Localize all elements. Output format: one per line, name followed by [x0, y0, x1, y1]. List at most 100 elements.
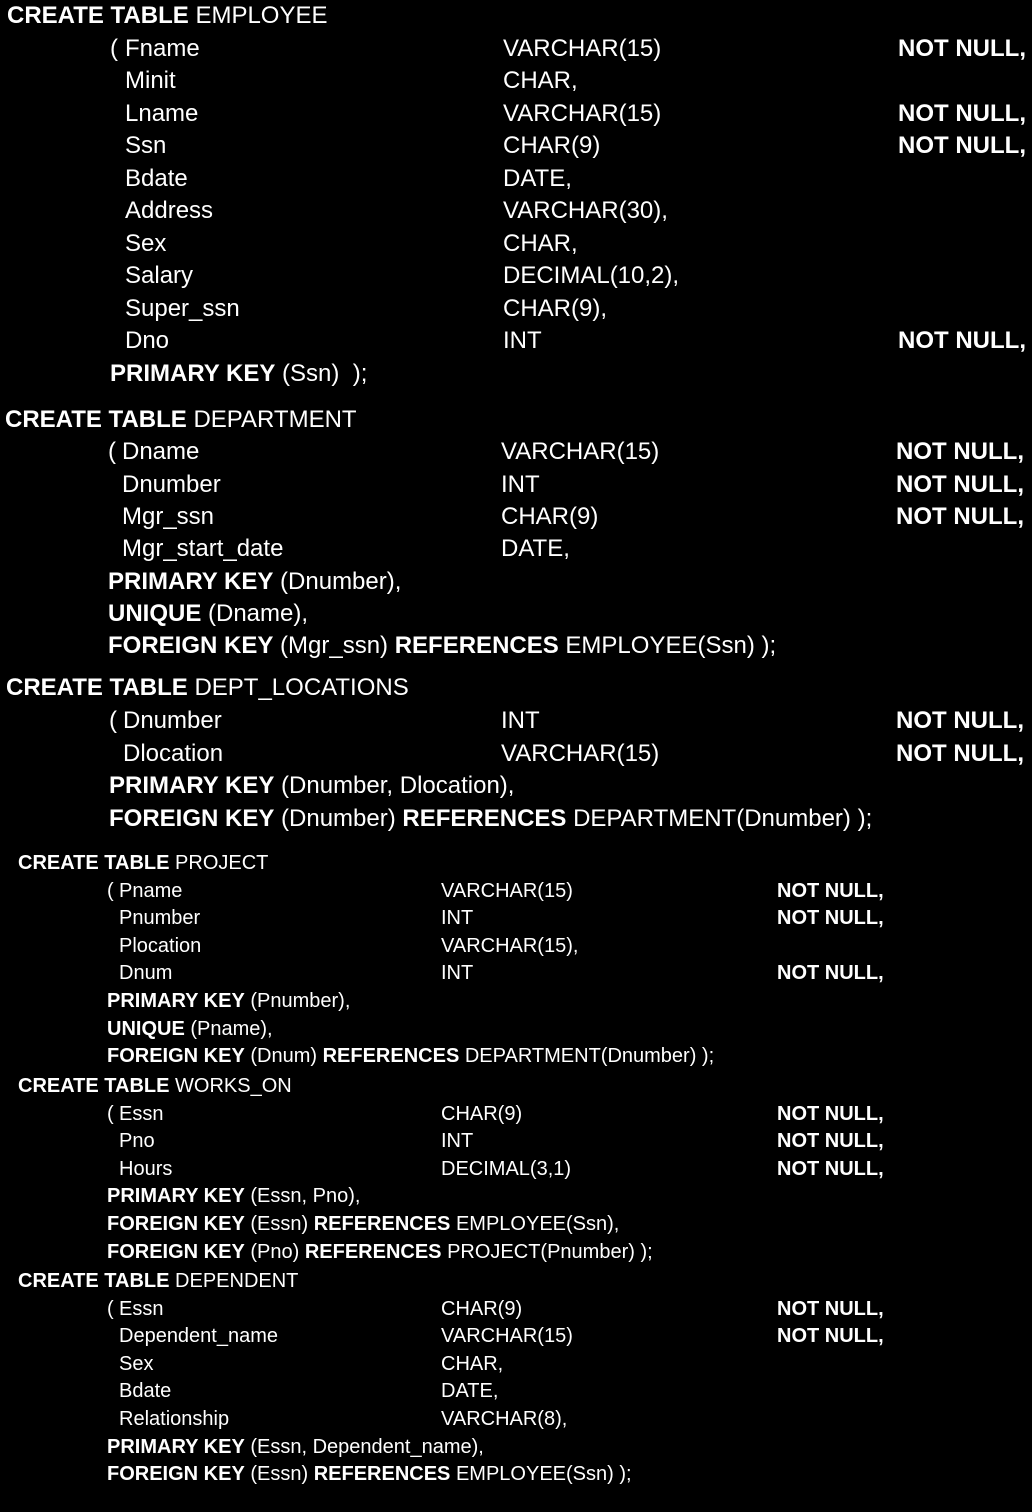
column-name: Minit [125, 67, 176, 94]
column-type: INT [501, 470, 540, 498]
column-name: Mgr_start_date [122, 535, 284, 563]
table-constraint: FOREIGN KEY (Dnumber) REFERENCES DEPARTM… [109, 804, 872, 834]
sql-keyword: UNIQUE [107, 1017, 185, 1040]
column-type: INT [441, 1130, 474, 1153]
column-type: VARCHAR(15), [441, 934, 579, 957]
table-constraint: PRIMARY KEY (Essn, Dependent_name), [107, 1434, 484, 1460]
sql-keyword: REFERENCES [322, 1045, 460, 1068]
table-constraint: PRIMARY KEY (Dnumber), [108, 567, 401, 597]
column-name: Essn [119, 1297, 164, 1320]
sql-keyword: REFERENCES [402, 805, 567, 833]
column-name: Pname [119, 879, 183, 902]
not-null-constraint: NOT NULL, [898, 132, 1026, 159]
column-type: DATE, [501, 535, 570, 563]
not-null-constraint: NOT NULL, [777, 1102, 884, 1125]
constraint-text: (Essn, Dependent_name), [244, 1435, 484, 1458]
column-type: INT [501, 706, 540, 734]
column-type: DECIMAL(3,1) [441, 1157, 572, 1180]
column-name: Dependent_name [119, 1325, 279, 1348]
not-null-constraint: NOT NULL, [777, 879, 884, 902]
table-constraint: FOREIGN KEY (Mgr_ssn) REFERENCES EMPLOYE… [108, 631, 776, 661]
column-type: CHAR, [503, 229, 578, 257]
column-type: VARCHAR(15) [503, 99, 662, 127]
sql-keyword: FOREIGN KEY [107, 1045, 245, 1068]
column-name: Dnumber [122, 470, 221, 498]
column-name: Plocation [119, 934, 202, 957]
column-name: Bdate [119, 1380, 172, 1403]
constraint-text: DEPARTMENT(Dnumber) ); [566, 805, 873, 833]
sql-keyword: REFERENCES [313, 1463, 451, 1486]
column-type: CHAR(9) [503, 132, 601, 159]
column-name: Dnum [119, 962, 173, 985]
column-type: CHAR(9) [501, 502, 599, 530]
table-name: DEPT_LOCATIONS [194, 674, 409, 701]
column-name: Mgr_ssn [122, 502, 215, 530]
column-type: VARCHAR(15) [501, 438, 660, 466]
sql-keyword: FOREIGN KEY [108, 632, 274, 660]
column-type: VARCHAR(15) [441, 879, 573, 902]
table-header: CREATE TABLE DEPARTMENT [5, 405, 357, 435]
table-constraint: FOREIGN KEY (Dnum) REFERENCES DEPARTMENT… [107, 1043, 714, 1069]
constraint-text: DEPARTMENT(Dnumber) ); [459, 1045, 715, 1068]
constraint-text: (Essn, Pno), [244, 1185, 361, 1208]
column-type: VARCHAR(15) [501, 739, 660, 767]
not-null-constraint: NOT NULL, [898, 99, 1026, 127]
column-name: Salary [125, 262, 194, 289]
column-name: Dnumber [123, 706, 222, 734]
constraint-text: (Dnum) [244, 1045, 323, 1068]
column-type: DATE, [441, 1380, 499, 1403]
table-name: EMPLOYEE [195, 2, 328, 29]
constraint-text: (Mgr_ssn) [273, 632, 395, 660]
column-name: Sex [119, 1352, 154, 1375]
create-table-keyword: CREATE TABLE [6, 674, 188, 701]
column-type: INT [441, 962, 474, 985]
sql-keyword: PRIMARY KEY [109, 772, 275, 800]
column-name: Dlocation [123, 739, 224, 767]
column-type: CHAR(9) [441, 1297, 523, 1320]
column-name: Hours [119, 1157, 173, 1180]
constraint-text: (Pnumber), [244, 990, 351, 1012]
not-null-constraint: NOT NULL, [777, 1325, 884, 1348]
column-type: VARCHAR(30), [503, 197, 668, 224]
table-constraint: UNIQUE (Pname), [107, 1016, 273, 1042]
table-constraint: PRIMARY KEY (Pnumber), [107, 988, 350, 1014]
column-type: CHAR, [503, 67, 578, 94]
create-table-keyword: CREATE TABLE [18, 852, 170, 874]
sql-keyword: REFERENCES [394, 632, 559, 660]
sql-keyword: FOREIGN KEY [109, 805, 275, 833]
table-constraint: PRIMARY KEY (Essn, Pno), [107, 1183, 360, 1209]
constraint-text: (Dnumber), [273, 567, 402, 595]
table-header: CREATE TABLE WORKS_ON [18, 1073, 292, 1099]
constraint-text: PROJECT(Pnumber) ); [441, 1240, 653, 1263]
table-header: CREATE TABLE DEPT_LOCATIONS [6, 673, 409, 703]
column-type: DECIMAL(10,2), [503, 262, 680, 289]
column-name: Bdate [125, 164, 188, 192]
open-paren: ( [107, 1297, 120, 1320]
not-null-constraint: NOT NULL, [896, 502, 1024, 530]
sql-keyword: PRIMARY KEY [110, 359, 276, 387]
create-table-keyword: CREATE TABLE [18, 1270, 170, 1292]
constraint-text: (Pname), [184, 1017, 273, 1040]
open-paren: ( [108, 438, 123, 466]
not-null-constraint: NOT NULL, [777, 1297, 884, 1320]
column-type: INT [503, 327, 542, 354]
column-name: Pno [119, 1130, 155, 1153]
create-table-keyword: CREATE TABLE [18, 1075, 170, 1097]
column-type: INT [441, 907, 474, 930]
sql-keyword: PRIMARY KEY [107, 1435, 245, 1458]
not-null-constraint: NOT NULL, [896, 739, 1024, 767]
not-null-constraint: NOT NULL, [777, 907, 884, 930]
sql-keyword: PRIMARY KEY [108, 567, 274, 595]
column-name: Dname [122, 438, 200, 466]
table-constraint: FOREIGN KEY (Pno) REFERENCES PROJECT(Pnu… [107, 1239, 653, 1265]
constraint-text: EMPLOYEE(Ssn) ); [558, 632, 777, 660]
open-paren: ( [107, 1102, 120, 1125]
not-null-constraint: NOT NULL, [898, 34, 1026, 62]
not-null-constraint: NOT NULL, [896, 470, 1024, 498]
constraint-text: EMPLOYEE(Ssn), [450, 1213, 620, 1235]
column-name: Relationship [119, 1408, 230, 1430]
create-table-keyword: CREATE TABLE [7, 2, 189, 29]
sql-keyword: FOREIGN KEY [107, 1463, 245, 1486]
constraint-text: (Essn) [244, 1463, 314, 1486]
column-type: CHAR(9), [503, 294, 608, 322]
